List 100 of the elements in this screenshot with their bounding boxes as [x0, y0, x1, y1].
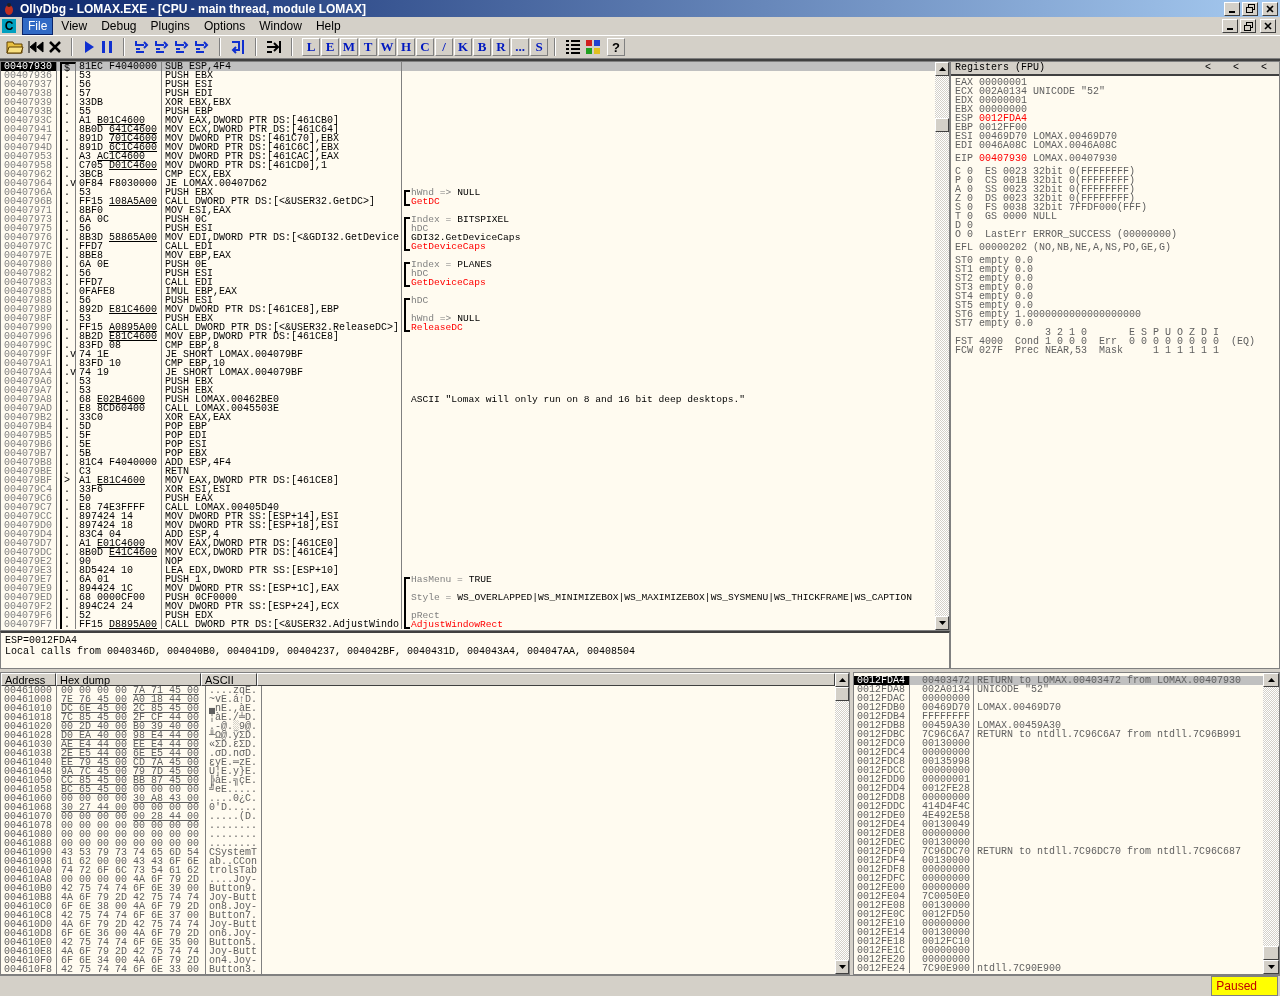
menu-item[interactable]: View	[55, 17, 94, 36]
stack-row[interactable]: 0012FE08 00130000	[854, 901, 1263, 910]
disassembly-row[interactable]: 004079DC . 8B0D E41C4600 MOV ECX,DWORD PTR DS:[461CE4]	[1, 548, 935, 557]
close-icon[interactable]	[48, 40, 62, 55]
stack-row[interactable]: 0012FDF0 7C96DC70 RETURN to ntdll.7C96DC70 from ntdll.7C96C687	[854, 847, 1263, 856]
disassembly-row[interactable]: 00407936 . 53 PUSH EBX	[1, 71, 935, 80]
stack-row[interactable]: 0012FE24 7C90E900 ntdll.7C90E900	[854, 964, 1263, 973]
disassembly-row[interactable]: 00407982 . 56 PUSH ESI hDC	[1, 269, 935, 278]
stack-row[interactable]: 0012FDC0 00130000	[854, 739, 1263, 748]
flag-value[interactable]: 0	[967, 230, 979, 239]
disassembly-row[interactable]: 004079D7 . A1 E01C4600 MOV EAX,DWORD PTR DS:[461CE0]	[1, 539, 935, 548]
flag-value[interactable]: 0	[967, 194, 979, 203]
disassembly-row[interactable]: 00407953 . A3 AC1C4600 MOV DWORD PTR DS:[461CAC],EAX	[1, 152, 935, 161]
goto-arrow-icon[interactable]	[266, 39, 282, 56]
disassembly-row[interactable]: 00407930 $ 81EC F4040000 SUB ESP,4F4	[1, 62, 935, 71]
disassembly-row[interactable]: 00407983 . FFD7 CALL EDI GetDeviceCaps	[1, 278, 935, 287]
disassembly-row[interactable]: 004079A6 . 53 PUSH EBX	[1, 377, 935, 386]
minimize-button[interactable]	[1224, 1, 1240, 16]
disassembly-row[interactable]: 00407958 . C705 D01C4600 MOV DWORD PTR DS:[461CD0],1	[1, 161, 935, 170]
disassembly-row[interactable]: 00407937 . 56 PUSH ESI	[1, 80, 935, 89]
stack-row[interactable]: 0012FDB0 00469D70 LOMAX.00469D70	[854, 703, 1263, 712]
close-button[interactable]	[1262, 1, 1278, 16]
minimize-button[interactable]	[1222, 19, 1238, 34]
disassembly-row[interactable]: 004079C7 . E8 74E3FFFF CALL LOMAX.00405D40	[1, 503, 935, 512]
disassembly-row[interactable]: 004079ED . 68 0000CF00 PUSH 0CF0000 Style = WS_OVERLAPPED|WS_MINIMIZEBOX|WS_MAXIMIZEBOX|WS_SYSMENU|WS_THICKFRAME|WS_CAPTION	[1, 593, 935, 602]
stack-row[interactable]: 0012FDC8 00135998	[854, 757, 1263, 766]
stack-row[interactable]: 0012FDF4 00130000	[854, 856, 1263, 865]
disassembly-row[interactable]: 004079F2 . 894C24 24 MOV DWORD PTR SS:[ESP+24],ECX	[1, 602, 935, 611]
register-value[interactable]: 00000000	[979, 105, 1027, 114]
disassembly-row[interactable]: 00407947 . 891D 701C4600 MOV DWORD PTR DS:[461C70],EBX	[1, 134, 935, 143]
menu-item[interactable]: Plugins	[144, 17, 196, 36]
disassembly-row[interactable]: 00407962 . 3BCB CMP ECX,EBX	[1, 170, 935, 179]
stack-row[interactable]: 0012FE04 7C0050E0	[854, 892, 1263, 901]
pause-icon[interactable]	[100, 40, 114, 55]
scroll-up-button[interactable]	[935, 62, 949, 76]
disassembly-row[interactable]: 004079A1 . 83FD 10 CMP EBP,10	[1, 359, 935, 368]
help-button[interactable]: ?	[607, 38, 625, 57]
disassembly-row[interactable]: 0040793C . A1 B01C4600 MOV EAX,DWORD PTR DS:[461CB0]	[1, 116, 935, 125]
scrollbar[interactable]	[835, 673, 849, 974]
restore-button[interactable]	[1242, 1, 1258, 16]
stack-row[interactable]: 0012FDDC 414D4F4C	[854, 802, 1263, 811]
disassembly-row[interactable]: 0040799F .v 74 1E JE SHORT LOMAX.004079BF	[1, 350, 935, 359]
stack-row[interactable]: 0012FDFC 00000000	[854, 874, 1263, 883]
disassembly-row[interactable]: 00407973 . 6A 0C PUSH 0C Index = BITSPIXEL	[1, 215, 935, 224]
column-header[interactable]: Address	[1, 673, 56, 686]
toolbar-letter-button[interactable]: M	[340, 38, 358, 57]
disassembly-row[interactable]: 00407976 . 8B3D 58865A00 MOV EDI,DWORD PTR DS:[<&GDI32.GetDevice GDI32.GetDeviceCaps	[1, 233, 935, 242]
disassembly-row[interactable]: 004079B8 . 81C4 F4040000 ADD ESP,4F4	[1, 458, 935, 467]
flag-value[interactable]: 0	[967, 176, 979, 185]
toolbar-letter-button[interactable]: S	[530, 38, 548, 57]
disassembly-row[interactable]: 004079B4 . 5D POP EBP	[1, 422, 935, 431]
stack-row[interactable]: 0012FDF8 00000000	[854, 865, 1263, 874]
toolbar-letter-button[interactable]: C	[416, 38, 434, 57]
register-value[interactable]: 0012FF00	[979, 123, 1027, 132]
scroll-up-button[interactable]	[835, 673, 849, 687]
disassembly-row[interactable]: 0040797C . FFD7 CALL EDI GetDeviceCaps	[1, 242, 935, 251]
disassembly-row[interactable]: 00407996 . 8B2D E81C4600 MOV EBP,DWORD PTR DS:[461CE8]	[1, 332, 935, 341]
disassembly-row[interactable]: 004079CC . 897424 14 MOV DWORD PTR SS:[ESP+14],ESI	[1, 512, 935, 521]
grid-icon[interactable]	[585, 39, 601, 56]
stack-row[interactable]: 0012FDD8 00000000	[854, 793, 1263, 802]
flag-value[interactable]: 0	[967, 221, 979, 230]
scroll-thumb[interactable]	[1263, 946, 1279, 960]
disassembly-row[interactable]: 0040798F . 53 PUSH EBX hWnd => NULL	[1, 314, 935, 323]
disassembly-row[interactable]: 00407939 . 33DB XOR EBX,EBX	[1, 98, 935, 107]
disassembly-row[interactable]: 004079E2 . 90 NOP	[1, 557, 935, 566]
stack-row[interactable]: 0012FE10 00000000	[854, 919, 1263, 928]
disassembly-row[interactable]: 004079B2 . 33C0 XOR EAX,EAX	[1, 413, 935, 422]
disassembly-row[interactable]: 0040794D . 891D 6C1C4600 MOV DWORD PTR DS:[461C6C],EBX	[1, 143, 935, 152]
disassembly-row[interactable]: 00407938 . 57 PUSH EDI	[1, 89, 935, 98]
disassembly-row[interactable]: 004079A8 . 68 E02B4600 PUSH LOMAX.00462BE0 ASCII "Lomax will only run on 8 and 16 bit deep desktops."	[1, 395, 935, 404]
scroll-down-button[interactable]	[935, 616, 949, 630]
register-value[interactable]: 00407930	[979, 154, 1027, 163]
arrow-button[interactable]: <	[1204, 63, 1211, 73]
return-arrow-icon[interactable]	[230, 39, 246, 56]
flag-value[interactable]: 0	[967, 203, 979, 212]
disassembly-row[interactable]: 004079C4 . 33F6 XOR ESI,ESI	[1, 485, 935, 494]
folder-icon[interactable]	[6, 39, 24, 56]
scroll-down-button[interactable]	[835, 960, 849, 974]
toolbar-letter-button[interactable]: B	[473, 38, 491, 57]
stack-row[interactable]: 0012FDB8 00459A30 LOMAX.00459A30	[854, 721, 1263, 730]
play-icon[interactable]	[82, 40, 96, 55]
disassembly-row[interactable]: 004079D4 . 83C4 04 ADD ESP,4	[1, 530, 935, 539]
disassembly-row[interactable]: 004079B6 . 5E POP ESI	[1, 440, 935, 449]
scrollbar[interactable]	[935, 62, 949, 630]
stack-row[interactable]: 0012FDBC 7C96C6A7 RETURN to ntdll.7C96C6A7 from ntdll.7C96B991	[854, 730, 1263, 739]
disassembly-row[interactable]: 00407985 . 0FAFE8 IMUL EBP,EAX	[1, 287, 935, 296]
toolbar-letter-button[interactable]: L	[302, 38, 320, 57]
disassembly-row[interactable]: 004079AD . E8 8CD60400 CALL LOMAX.0045503E	[1, 404, 935, 413]
disassembly-row[interactable]: 004079E9 . 894424 1C MOV DWORD PTR SS:[ESP+1C],EAX	[1, 584, 935, 593]
disassembly-row[interactable]: 004079B5 . 5F POP EDI	[1, 431, 935, 440]
stack-row[interactable]: 0012FE0C 0012FD50	[854, 910, 1263, 919]
menu-item[interactable]: Options	[197, 17, 252, 36]
toolbar-letter-button[interactable]: T	[359, 38, 377, 57]
disassembly-row[interactable]: 00407941 . 8B0D 641C4600 MOV ECX,DWORD PTR DS:[461C64]	[1, 125, 935, 134]
toolbar-letter-button[interactable]: E	[321, 38, 339, 57]
column-header[interactable]: Hex dump	[56, 673, 201, 686]
stack-row[interactable]: 0012FE1C 00000000	[854, 946, 1263, 955]
register-value[interactable]: 00000001	[979, 96, 1027, 105]
disassembly-row[interactable]: 00407980 . 6A 0E PUSH 0E Index = PLANES	[1, 260, 935, 269]
register-value[interactable]: 0012FDA4	[979, 114, 1027, 123]
